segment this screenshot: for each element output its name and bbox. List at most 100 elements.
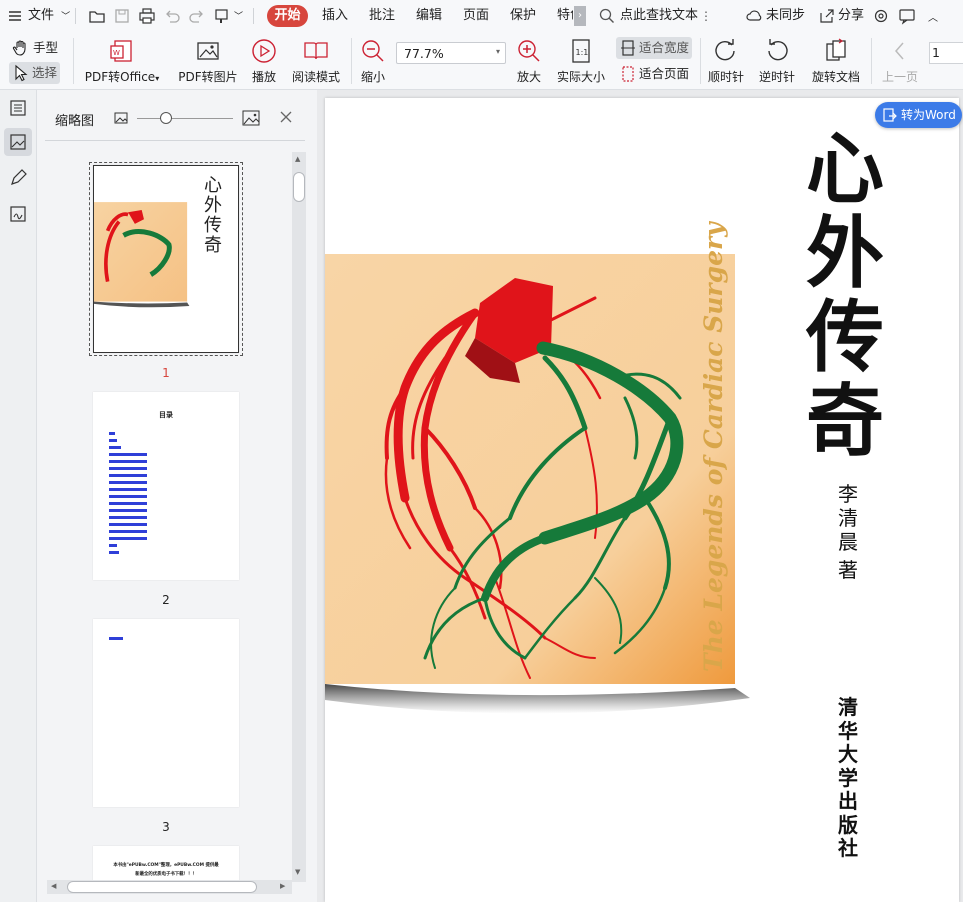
thumbnail-page-3[interactable] [93,619,239,807]
thumb-title-chars: 心外传奇 [204,175,222,256]
share-button[interactable]: 分享 [838,0,864,32]
book-open-icon [303,38,329,64]
rotate-document-button[interactable]: 旋转文档 [808,38,864,90]
hand-tool-label: 手型 [33,40,59,55]
play-button[interactable]: 播放 [246,38,282,90]
rotate-counterclockwise-label: 逆时针 [758,70,795,84]
fit-width-button[interactable]: 适合宽度 [616,37,692,59]
collapse-ribbon-icon[interactable]: ︿ [928,9,938,24]
tab-edit[interactable]: 编辑 [416,0,442,32]
author-char: 清 [838,506,858,530]
divider [253,8,254,24]
tab-protect[interactable]: 保护 [510,0,536,32]
scroll-left-arrow-icon[interactable]: ◀ [51,882,56,890]
open-folder-icon[interactable] [88,7,106,25]
pdf-convert-icon: W [109,38,135,64]
toc-entry [109,453,147,456]
search-icon[interactable] [598,7,616,25]
zoom-level-select[interactable]: 77.7% ▾ [396,42,506,64]
select-tool-button[interactable]: 选择 [9,62,60,84]
read-mode-button[interactable]: 阅读模式 [288,38,344,90]
pdf-to-office-button[interactable]: W PDF转Office▾ [82,38,162,90]
thumbnail-panel: 缩略图 心外传奇 1 目录 2 3 本书由"ePUBw.COM"整理，ePUBw… [37,90,317,902]
horizontal-scrollbar[interactable]: ◀ ▶ [47,880,292,894]
toc-entry [109,432,115,435]
actual-size-button[interactable]: 1:1 实际大小 [554,38,608,90]
hamburger-icon[interactable] [8,9,22,23]
share-icon[interactable] [818,7,836,25]
svg-text:W: W [113,49,120,57]
pdf-to-image-button[interactable]: PDF转图片 [176,38,240,90]
vertical-scrollbar[interactable]: ▲ ▼ [292,152,306,882]
convert-to-word-button[interactable]: 转为Word [875,102,962,128]
sync-status-button[interactable]: 未同步 [766,0,805,32]
thumbnail-page-number: 1 [162,366,170,380]
thumbnail-size-slider[interactable] [137,118,233,119]
rotate-document-icon [823,38,849,64]
previous-page-button[interactable]: 上一页 [879,38,921,90]
tab-annotate[interactable]: 批注 [369,0,395,32]
settings-gear-icon[interactable] [872,7,890,25]
tab-insert[interactable]: 插入 [322,0,348,32]
menu-bar: 文件 ﹀ ﹀ 开始 插入 批注 编辑 页面 保护 特色 › 点此查找文本 ⋮ 未… [0,0,963,32]
publisher-char: 大 [838,742,858,766]
hand-tool-button[interactable]: 手型 [12,37,62,59]
scroll-down-arrow-icon[interactable]: ▼ [295,868,300,876]
thumbnail-page-4[interactable]: 本书由"ePUBw.COM"整理，ePUBw.COM 提供最 新最全的优质电子书… [93,846,239,882]
scroll-thumb[interactable] [67,881,257,893]
toc-entry [109,516,147,519]
save-icon[interactable] [113,7,131,25]
svg-text:1:1: 1:1 [576,48,589,57]
scroll-up-arrow-icon[interactable]: ▲ [295,155,300,163]
thumbnail-page-number: 3 [162,820,170,834]
toc-entry [109,439,117,442]
chevron-down-icon[interactable]: ﹀ [234,9,243,22]
annotations-button[interactable] [4,164,32,192]
outline-button[interactable] [4,94,32,122]
english-title: The Legends of Cardiac Surgery [699,222,728,672]
thumbnails-button[interactable] [4,128,32,156]
more-options-icon[interactable]: ⋮ [700,9,712,23]
page-number-input[interactable]: 1 [929,42,963,64]
zoom-out-label: 缩小 [360,70,385,84]
thumbnail-header: 缩略图 [37,90,317,141]
zoom-in-label: 放大 [516,70,541,84]
title-char: 外 [805,208,884,299]
thumbnail-page-2[interactable]: 目录 [93,392,239,580]
sidebar-rail [0,90,37,902]
print-icon[interactable] [138,7,156,25]
toc-entry [109,474,147,477]
publisher-char: 社 [838,836,858,860]
redo-icon[interactable] [188,7,206,25]
rotate-clockwise-button[interactable]: 顺时针 [705,38,747,90]
rotate-clockwise-icon [713,38,739,64]
cloud-sync-icon[interactable] [746,7,764,25]
undo-icon[interactable] [163,7,181,25]
signature-button[interactable] [4,200,32,228]
hand-icon [12,39,30,57]
thumbnail-page-1[interactable]: 心外传奇 [93,165,239,353]
file-menu[interactable]: 文件 ﹀ [28,0,70,32]
tab-page[interactable]: 页面 [463,0,489,32]
zoom-out-button[interactable]: 缩小 [357,38,389,90]
find-text-button[interactable]: 点此查找文本 [620,0,698,32]
feedback-icon[interactable] [898,7,916,25]
fit-page-button[interactable]: 适合页面 [616,63,692,85]
scroll-thumb[interactable] [293,172,305,202]
zoom-in-button[interactable]: 放大 [513,38,545,90]
scroll-right-arrow-icon[interactable]: ▶ [280,882,285,890]
tab-start[interactable]: 开始 [267,5,308,27]
close-icon[interactable] [279,110,293,124]
large-image-icon[interactable] [242,109,260,127]
select-tool-label: 选择 [32,65,58,80]
rotate-counterclockwise-button[interactable]: 逆时针 [756,38,798,90]
slider-knob[interactable] [159,112,172,124]
publisher-char: 华 [838,718,858,743]
small-image-icon[interactable] [114,111,128,125]
rotate-clockwise-label: 顺时针 [707,70,744,84]
format-painter-icon[interactable] [213,7,231,25]
play-label: 播放 [251,70,276,84]
tab-features[interactable]: 特色 [557,0,573,32]
divider [351,38,352,84]
tabs-more-chevron-icon[interactable]: › [574,6,586,26]
